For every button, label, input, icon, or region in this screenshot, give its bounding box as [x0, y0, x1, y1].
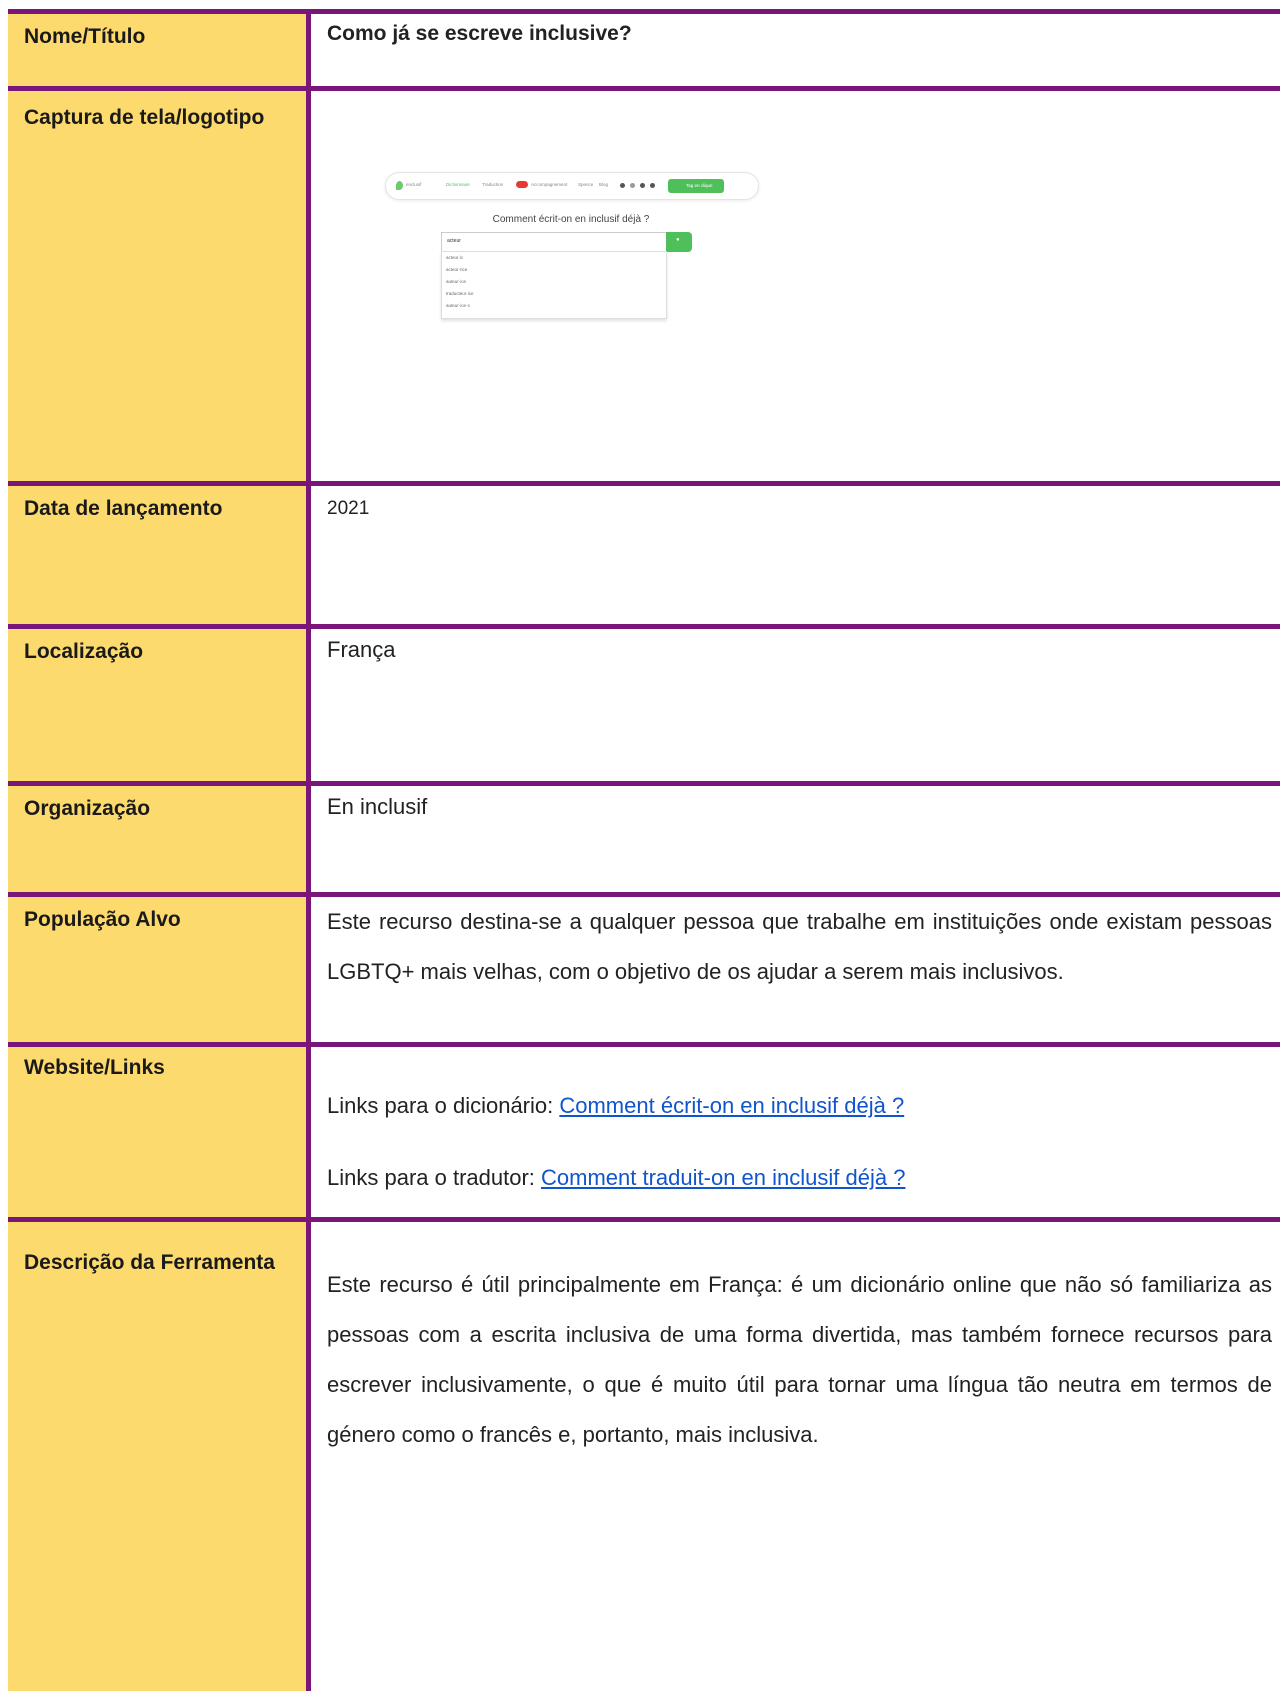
label-location: Localização	[8, 629, 306, 781]
label-screenshot: Captura de tela/logotipo	[8, 91, 306, 481]
value-location: França	[327, 637, 396, 662]
row-organization: Organização En inclusif	[8, 786, 1280, 892]
label-organization: Organização	[8, 786, 306, 892]
dictionary-link-line: Links para o dicionário: Comment écrit-o…	[327, 1093, 1264, 1165]
value-description: Este recurso é útil principalmente em Fr…	[311, 1222, 1280, 1691]
preview-suggestions: acteur·ic acteur·rice auteur·ice traduct…	[441, 251, 667, 319]
translator-link-line: Links para o tradutor: Comment traduit-o…	[327, 1165, 1264, 1191]
target-text: Este recurso destina-se a qualquer pesso…	[327, 909, 1272, 984]
preview-nav-item: Spence	[578, 182, 594, 187]
label-links: Website/Links	[8, 1047, 306, 1217]
preview-search-value: acteur	[447, 238, 461, 244]
preview-search-input: acteur	[441, 232, 667, 252]
preview-nav-item: Traduction	[482, 182, 504, 187]
row-links: Website/Links Links para o dicionário: C…	[8, 1047, 1280, 1217]
preview-suggestion: acteur·rice	[446, 267, 468, 272]
value-organization: En inclusif	[327, 794, 428, 819]
preview-suggestion: traducteur·ice	[446, 291, 474, 296]
preview-suggestion: acteur·ic	[446, 255, 464, 260]
preview-heading: Comment écrit-on en inclusif déjà ?	[492, 214, 650, 225]
resource-sheet: Nome/Título Como já se escreve inclusive…	[0, 0, 1280, 1691]
preview-new-badge	[516, 181, 528, 188]
preview-cta-button: Tag en clique	[668, 179, 724, 193]
website-screenshot: enclusif Dictionnaire Traduction Accompa…	[385, 170, 759, 350]
twitter-icon	[650, 183, 655, 188]
row-location: Localização França	[8, 629, 1280, 781]
github-icon	[620, 183, 625, 188]
preview-brand: enclusif	[406, 182, 422, 187]
dictionary-link[interactable]: Comment écrit-on en inclusif déjà ?	[559, 1093, 904, 1118]
label-title: Nome/Título	[8, 14, 306, 86]
label-date: Data de lançamento	[8, 486, 306, 624]
search-icon: ●	[676, 237, 680, 243]
row-date: Data de lançamento 2021	[8, 486, 1280, 624]
row-target: População Alvo Este recurso destina-se a…	[8, 897, 1280, 1042]
preview-suggestion: auteur·ice·s	[446, 303, 470, 308]
leaf-logo-icon	[396, 181, 403, 190]
preview-nav-item: Accompagnement	[531, 182, 568, 187]
instagram-icon	[630, 183, 635, 188]
row-title: Nome/Título Como já se escreve inclusive…	[8, 14, 1280, 86]
description-text: Este recurso é útil principalmente em Fr…	[327, 1272, 1272, 1447]
preview-nav-item: Dictionnaire	[446, 182, 470, 187]
preview-search-button: ●	[666, 232, 692, 252]
translator-link[interactable]: Comment traduit-on en inclusif déjà ?	[541, 1165, 905, 1190]
row-description: Descrição da Ferramenta Este recurso é ú…	[8, 1222, 1280, 1691]
preview-navbar: enclusif Dictionnaire Traduction Accompa…	[385, 172, 759, 200]
preview-nav-item: Blog	[599, 182, 609, 187]
preview-cta-label: Tag en clique	[686, 183, 713, 188]
translator-link-prefix: Links para o tradutor:	[327, 1165, 542, 1190]
value-links: Links para o dicionário: Comment écrit-o…	[311, 1047, 1280, 1217]
preview-suggestion: auteur·ice	[446, 279, 467, 284]
value-target: Este recurso destina-se a qualquer pesso…	[311, 897, 1280, 1042]
dictionary-link-prefix: Links para o dicionário:	[327, 1093, 560, 1118]
label-target: População Alvo	[8, 897, 306, 1042]
value-date: 2021	[327, 498, 370, 519]
label-description: Descrição da Ferramenta	[8, 1222, 306, 1691]
value-title: Como já se escreve inclusive?	[327, 22, 632, 45]
facebook-icon	[640, 183, 645, 188]
